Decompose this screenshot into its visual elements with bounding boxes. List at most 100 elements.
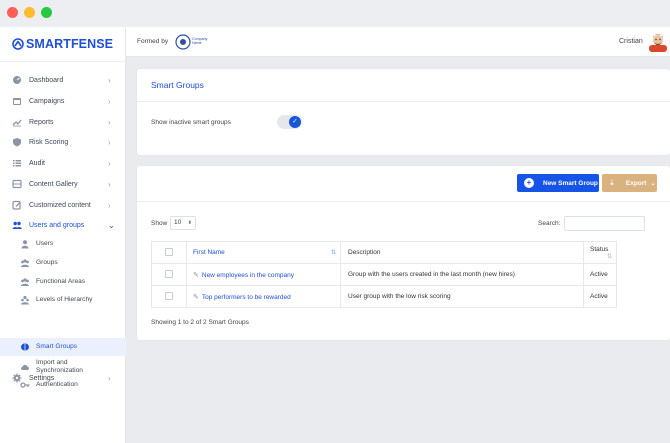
hierarchy-icon: [21, 295, 29, 305]
sidebar-subitem-smart-groups[interactable]: Smart Groups: [0, 338, 126, 356]
avatar[interactable]: [649, 32, 667, 52]
chevron-right-icon: ›: [108, 117, 111, 127]
minimize-window-button[interactable]: [24, 7, 35, 18]
sidebar-item-dashboard[interactable]: Dashboard ›: [0, 70, 126, 90]
column-header-status[interactable]: Status ⇅: [583, 241, 617, 264]
chevron-right-icon: ›: [108, 158, 111, 168]
close-window-button[interactable]: [7, 7, 18, 18]
page-title: Smart Groups: [151, 80, 204, 90]
sidebar-subitem-functional-areas[interactable]: Functional Areas: [0, 273, 126, 291]
check-icon: ✓: [289, 116, 301, 128]
edit-icon: [12, 200, 21, 210]
show-inactive-toggle[interactable]: ✓: [277, 115, 302, 129]
export-label: Export: [625, 179, 647, 187]
dashboard-icon: [13, 76, 21, 84]
brand-logo[interactable]: SMARTFENSE: [12, 37, 113, 51]
chevron-right-icon: ›: [108, 137, 111, 147]
top-bar: Formed by Company Name Cristian: [126, 27, 670, 57]
sidebar-subitem-groups[interactable]: Groups: [0, 254, 126, 272]
sidebar-subitem-label: Functional Areas: [36, 277, 86, 285]
table-info: Showing 1 to 2 of 2 Smart Groups: [151, 319, 249, 326]
card-divider: [137, 101, 670, 102]
column-header-name[interactable]: First Name ⇅: [186, 241, 341, 264]
sort-icon: ⇅: [330, 250, 336, 256]
collapse-sidebar-icon[interactable]: ‹: [99, 37, 102, 48]
chevron-right-icon: ›: [108, 373, 111, 383]
chart-icon: [12, 119, 22, 127]
pencil-icon[interactable]: ✎: [193, 272, 199, 279]
sidebar-subitem-users[interactable]: Users: [0, 235, 126, 253]
shield-icon: [13, 138, 21, 147]
chevron-right-icon: ›: [108, 75, 111, 85]
sidebar-item-reports[interactable]: Reports ›: [0, 112, 126, 132]
new-smart-group-button[interactable]: + New Smart Group: [517, 174, 599, 192]
sidebar-item-label: Campaigns: [29, 97, 65, 105]
search-input[interactable]: [564, 216, 645, 231]
name-cell: ✎ New employees in the company: [186, 263, 341, 286]
card-divider: [137, 201, 670, 202]
column-header-description[interactable]: Description: [340, 241, 584, 264]
user-name[interactable]: Cristian: [619, 38, 643, 45]
sidebar-item-customized-content[interactable]: Customized content ›: [0, 195, 126, 215]
smartfense-logo-icon: [12, 38, 24, 50]
sidebar-subitem-levels-of-hierarchy[interactable]: Levels of Hierarchy: [0, 291, 126, 309]
page-size-select[interactable]: 10 ⬍: [170, 216, 196, 230]
sidebar-item-label: Audit: [29, 159, 45, 167]
chevron-right-icon: ›: [108, 179, 111, 189]
row-select-cell: [151, 263, 187, 286]
sidebar-item-settings[interactable]: Settings ›: [0, 368, 126, 388]
list-icon: [13, 160, 21, 167]
export-button[interactable]: ⇣ Export ⌄: [602, 174, 657, 192]
table-row: ✎ Top performers to be rewarded User grou…: [151, 285, 617, 308]
window-titlebar: [0, 0, 670, 27]
gallery-icon: [12, 179, 22, 189]
sidebar-subitem-label: Levels of Hierarchy: [36, 295, 93, 303]
column-header-name-label: First Name: [193, 249, 225, 256]
row-checkbox[interactable]: [165, 269, 173, 278]
chevron-down-icon: ⌄: [650, 180, 656, 187]
group-name-link[interactable]: Top performers to be rewarded: [202, 294, 291, 301]
company-logo: Company Name: [175, 33, 209, 51]
sidebar-item-audit[interactable]: Audit ›: [0, 153, 126, 173]
pencil-icon[interactable]: ✎: [193, 294, 199, 301]
chevron-down-icon: ⌄: [108, 220, 115, 230]
table-row: ✎ New employees in the company Group with…: [151, 263, 617, 286]
brain-icon: [21, 343, 29, 351]
status-cell: Active: [583, 263, 617, 286]
sidebar-item-label: Settings: [29, 374, 55, 382]
sidebar-item-label: Users and groups: [29, 221, 85, 229]
sort-icon: ⇅: [606, 253, 612, 260]
formed-by-label: Formed by: [137, 38, 169, 45]
maximize-window-button[interactable]: [41, 7, 52, 18]
sidebar-item-campaigns[interactable]: Campaigns ›: [0, 91, 126, 111]
sidebar-subitem-label: Groups: [36, 258, 58, 266]
plus-icon: +: [524, 178, 534, 188]
gear-icon: [12, 373, 22, 383]
row-select-cell: [151, 285, 187, 308]
chevron-right-icon: ›: [108, 96, 111, 106]
users-icon: [12, 221, 22, 229]
sidebar-divider: [0, 61, 126, 62]
name-cell: ✎ Top performers to be rewarded: [186, 285, 341, 308]
sidebar-item-label: Customized content: [29, 201, 91, 209]
show-inactive-label: Show inactive smart groups: [151, 119, 231, 126]
status-cell: Active: [583, 285, 617, 308]
sidebar-item-label: Dashboard: [29, 76, 64, 84]
group-icon: [21, 259, 29, 267]
calendar-icon: [13, 98, 21, 105]
description-cell: User group with the low risk scoring: [340, 285, 584, 308]
smart-groups-table-card: + New Smart Group ⇣ Export ⌄ Show 10 ⬍ S…: [137, 166, 670, 340]
column-header-status-label: Status: [590, 245, 609, 253]
new-smart-group-label: New Smart Group: [543, 179, 598, 187]
user-icon: [21, 240, 29, 249]
smart-groups-card: Smart Groups Show inactive smart groups …: [137, 69, 670, 155]
group-name-link[interactable]: New employees in the company: [202, 272, 294, 279]
row-checkbox[interactable]: [165, 291, 173, 300]
sidebar-item-content-gallery[interactable]: Content Gallery ›: [0, 174, 126, 194]
sort-arrows-icon: ⬍: [187, 220, 192, 226]
sidebar-item-risk-scoring[interactable]: Risk Scoring ›: [0, 132, 126, 152]
sidebar-item-users-and-groups[interactable]: Users and groups ⌄: [0, 215, 126, 235]
sidebar-item-label: Content Gallery: [29, 180, 78, 188]
search-label: Search:: [538, 220, 561, 227]
select-all-checkbox[interactable]: [165, 247, 173, 256]
